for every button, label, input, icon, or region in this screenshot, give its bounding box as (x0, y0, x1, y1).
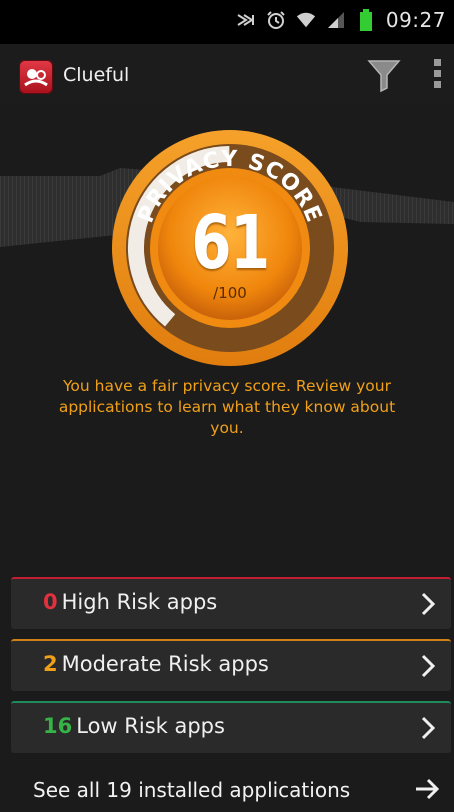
app-logo-icon[interactable] (19, 60, 53, 94)
score-value: 61 (191, 200, 270, 286)
low-risk-label: Low Risk apps (76, 714, 225, 738)
see-all-apps-button[interactable]: See all 19 installed applications (0, 764, 454, 812)
arrow-right-icon (416, 778, 440, 800)
nfc-icon (236, 10, 256, 30)
wifi-icon (296, 10, 316, 30)
alarm-icon (266, 10, 286, 30)
app-title: Clueful (63, 64, 130, 86)
overflow-menu-icon[interactable] (428, 56, 446, 96)
chevron-right-icon (421, 654, 435, 678)
chevron-right-icon (421, 592, 435, 616)
low-risk-row[interactable]: 16 Low Risk apps (11, 701, 451, 753)
high-risk-label: High Risk apps (61, 590, 218, 614)
low-risk-count: 16 (43, 714, 73, 738)
status-bar: 09:27 (0, 0, 454, 44)
score-max: /100 (213, 284, 247, 302)
moderate-risk-row[interactable]: 2 Moderate Risk apps (11, 639, 451, 691)
battery-icon (356, 9, 376, 31)
action-bar: Clueful (0, 44, 454, 104)
signal-icon (326, 10, 346, 30)
moderate-risk-count: 2 (43, 652, 58, 676)
high-risk-count: 0 (43, 590, 58, 614)
high-risk-row[interactable]: 0 High Risk apps (11, 577, 451, 629)
see-all-label: See all 19 installed applications (33, 778, 351, 802)
score-message: You have a fair privacy score. Review yo… (58, 377, 396, 437)
privacy-score-gauge[interactable]: PRIVACY SCORE 61 /100 (110, 128, 350, 368)
moderate-risk-label: Moderate Risk apps (61, 652, 269, 676)
status-time: 09:27 (385, 8, 446, 32)
chevron-right-icon (421, 716, 435, 740)
filter-icon[interactable] (366, 57, 402, 93)
